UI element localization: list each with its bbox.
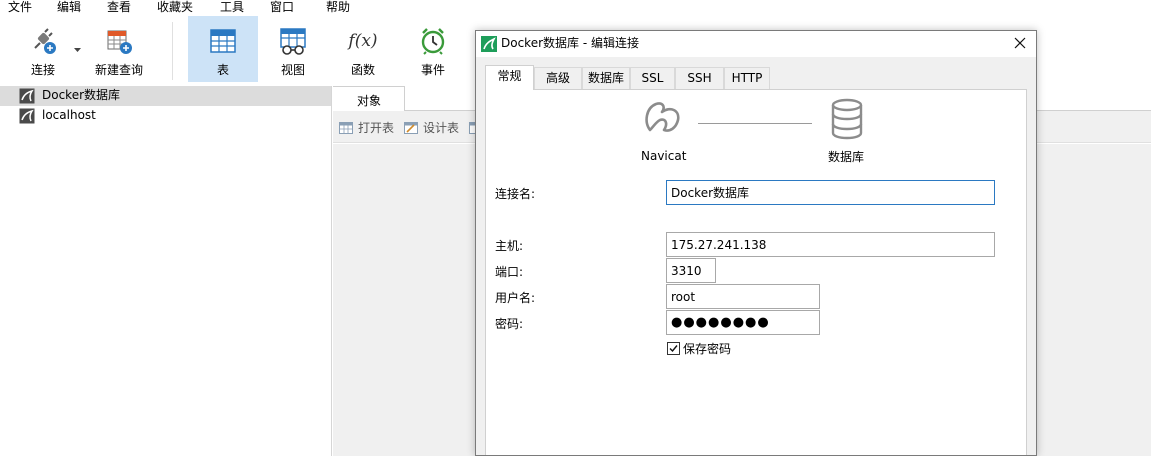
tab-databases[interactable]: 数据库 [582,67,630,89]
view-button[interactable]: 视图 [262,16,324,82]
table-button[interactable]: 表 [188,16,258,82]
tree-item-label: localhost [42,108,96,122]
tab-ssh[interactable]: SSH [675,67,724,89]
function-label: 函数 [350,63,375,77]
flow-connector-line [698,123,812,124]
menu-file[interactable]: 文件 [8,0,32,15]
flow-database-label: 数据库 [828,150,865,164]
view-label: 视图 [280,63,305,77]
tab-http[interactable]: HTTP [724,67,770,89]
open-table-button[interactable]: 打开表 [339,120,399,136]
toolbar-separator [172,22,173,80]
tab-ssl[interactable]: SSL [630,67,675,89]
host-input[interactable] [666,232,995,257]
connection-tree: Docker数据库 localhost [0,86,332,456]
table-icon [210,29,236,53]
menu-tools[interactable]: 工具 [220,0,244,15]
tab-objects-label: 对象 [357,94,382,108]
menu-bar: 文件 编辑 查看 收藏夹 工具 窗口 帮助 [0,0,1151,16]
port-label: 端口: [495,265,524,279]
design-table-button[interactable]: 设计表 [404,120,464,136]
view-icon [280,28,306,55]
dialog-titlebar: Docker数据库 - 编辑连接 [476,31,1036,57]
function-button[interactable]: f(x) 函数 [332,16,394,82]
query-table-icon [107,30,132,54]
menu-help[interactable]: 帮助 [326,0,350,15]
event-label: 事件 [420,63,445,77]
connect-button[interactable]: 连接 [12,16,74,82]
connect-label: 连接 [30,63,55,77]
username-input[interactable] [666,284,820,309]
checkmark-icon [669,345,678,353]
alarm-clock-icon [421,28,445,55]
navicat-logo-icon [645,102,680,132]
new-query-label: 新建查询 [94,63,143,77]
tab-label: HTTP [731,71,763,85]
edit-connection-dialog: Docker数据库 - 编辑连接 常规 高级 数据库 SSL SSH HTTP … [475,30,1037,456]
menu-view[interactable]: 查看 [107,0,131,15]
tab-label: 高级 [545,71,570,85]
connection-name-input[interactable] [666,180,995,205]
tab-advanced[interactable]: 高级 [534,67,582,89]
tab-general[interactable]: 常规 [485,65,534,90]
tree-item-localhost[interactable]: localhost [0,106,331,126]
open-table-label: 打开表 [358,121,395,135]
save-password-label[interactable]: 保存密码 [683,342,731,356]
menu-window[interactable]: 窗口 [270,0,294,15]
chevron-down-icon [74,48,81,52]
tree-item-label: Docker数据库 [42,88,121,102]
tab-objects[interactable]: 对象 [333,86,405,111]
port-input[interactable] [666,258,716,283]
open-table-icon [339,122,353,134]
dialog-title: Docker数据库 - 编辑连接 [501,36,639,50]
event-button[interactable]: 事件 [402,16,464,82]
save-password-checkbox[interactable] [667,342,680,355]
host-label: 主机: [495,239,524,253]
tree-item-docker[interactable]: Docker数据库 [0,86,331,106]
design-table-label: 设计表 [423,121,460,135]
tab-label: SSL [641,71,664,85]
design-table-icon [404,122,418,134]
flow-navicat-label: Navicat [641,149,687,163]
general-tab-page: Navicat 数据库 连接名: 主机: 端口: 用户名: 密码: ●●●●●●… [485,89,1027,455]
password-input[interactable]: ●●●●●●●● [666,310,820,335]
table-label: 表 [216,63,229,77]
tab-label: SSH [687,71,712,85]
new-query-button[interactable]: 新建查询 [88,16,150,82]
password-label: 密码: [495,317,524,331]
function-icon: f(x) [348,31,378,51]
dialog-body: 常规 高级 数据库 SSL SSH HTTP Navicat 数据库 连接名: … [476,57,1036,455]
username-label: 用户名: [495,291,536,305]
connect-dropdown[interactable] [72,16,84,82]
tab-label: 数据库 [587,71,624,85]
database-icon [831,98,863,140]
menu-favorites[interactable]: 收藏夹 [157,0,193,15]
plug-icon [34,28,56,54]
mysql-connection-icon [19,108,35,124]
close-icon[interactable] [1012,35,1028,51]
menu-edit[interactable]: 编辑 [57,0,81,15]
navicat-app-icon [481,36,497,52]
mysql-connection-icon [19,88,35,104]
tab-label: 常规 [497,69,522,83]
connection-name-label: 连接名: [495,187,536,201]
